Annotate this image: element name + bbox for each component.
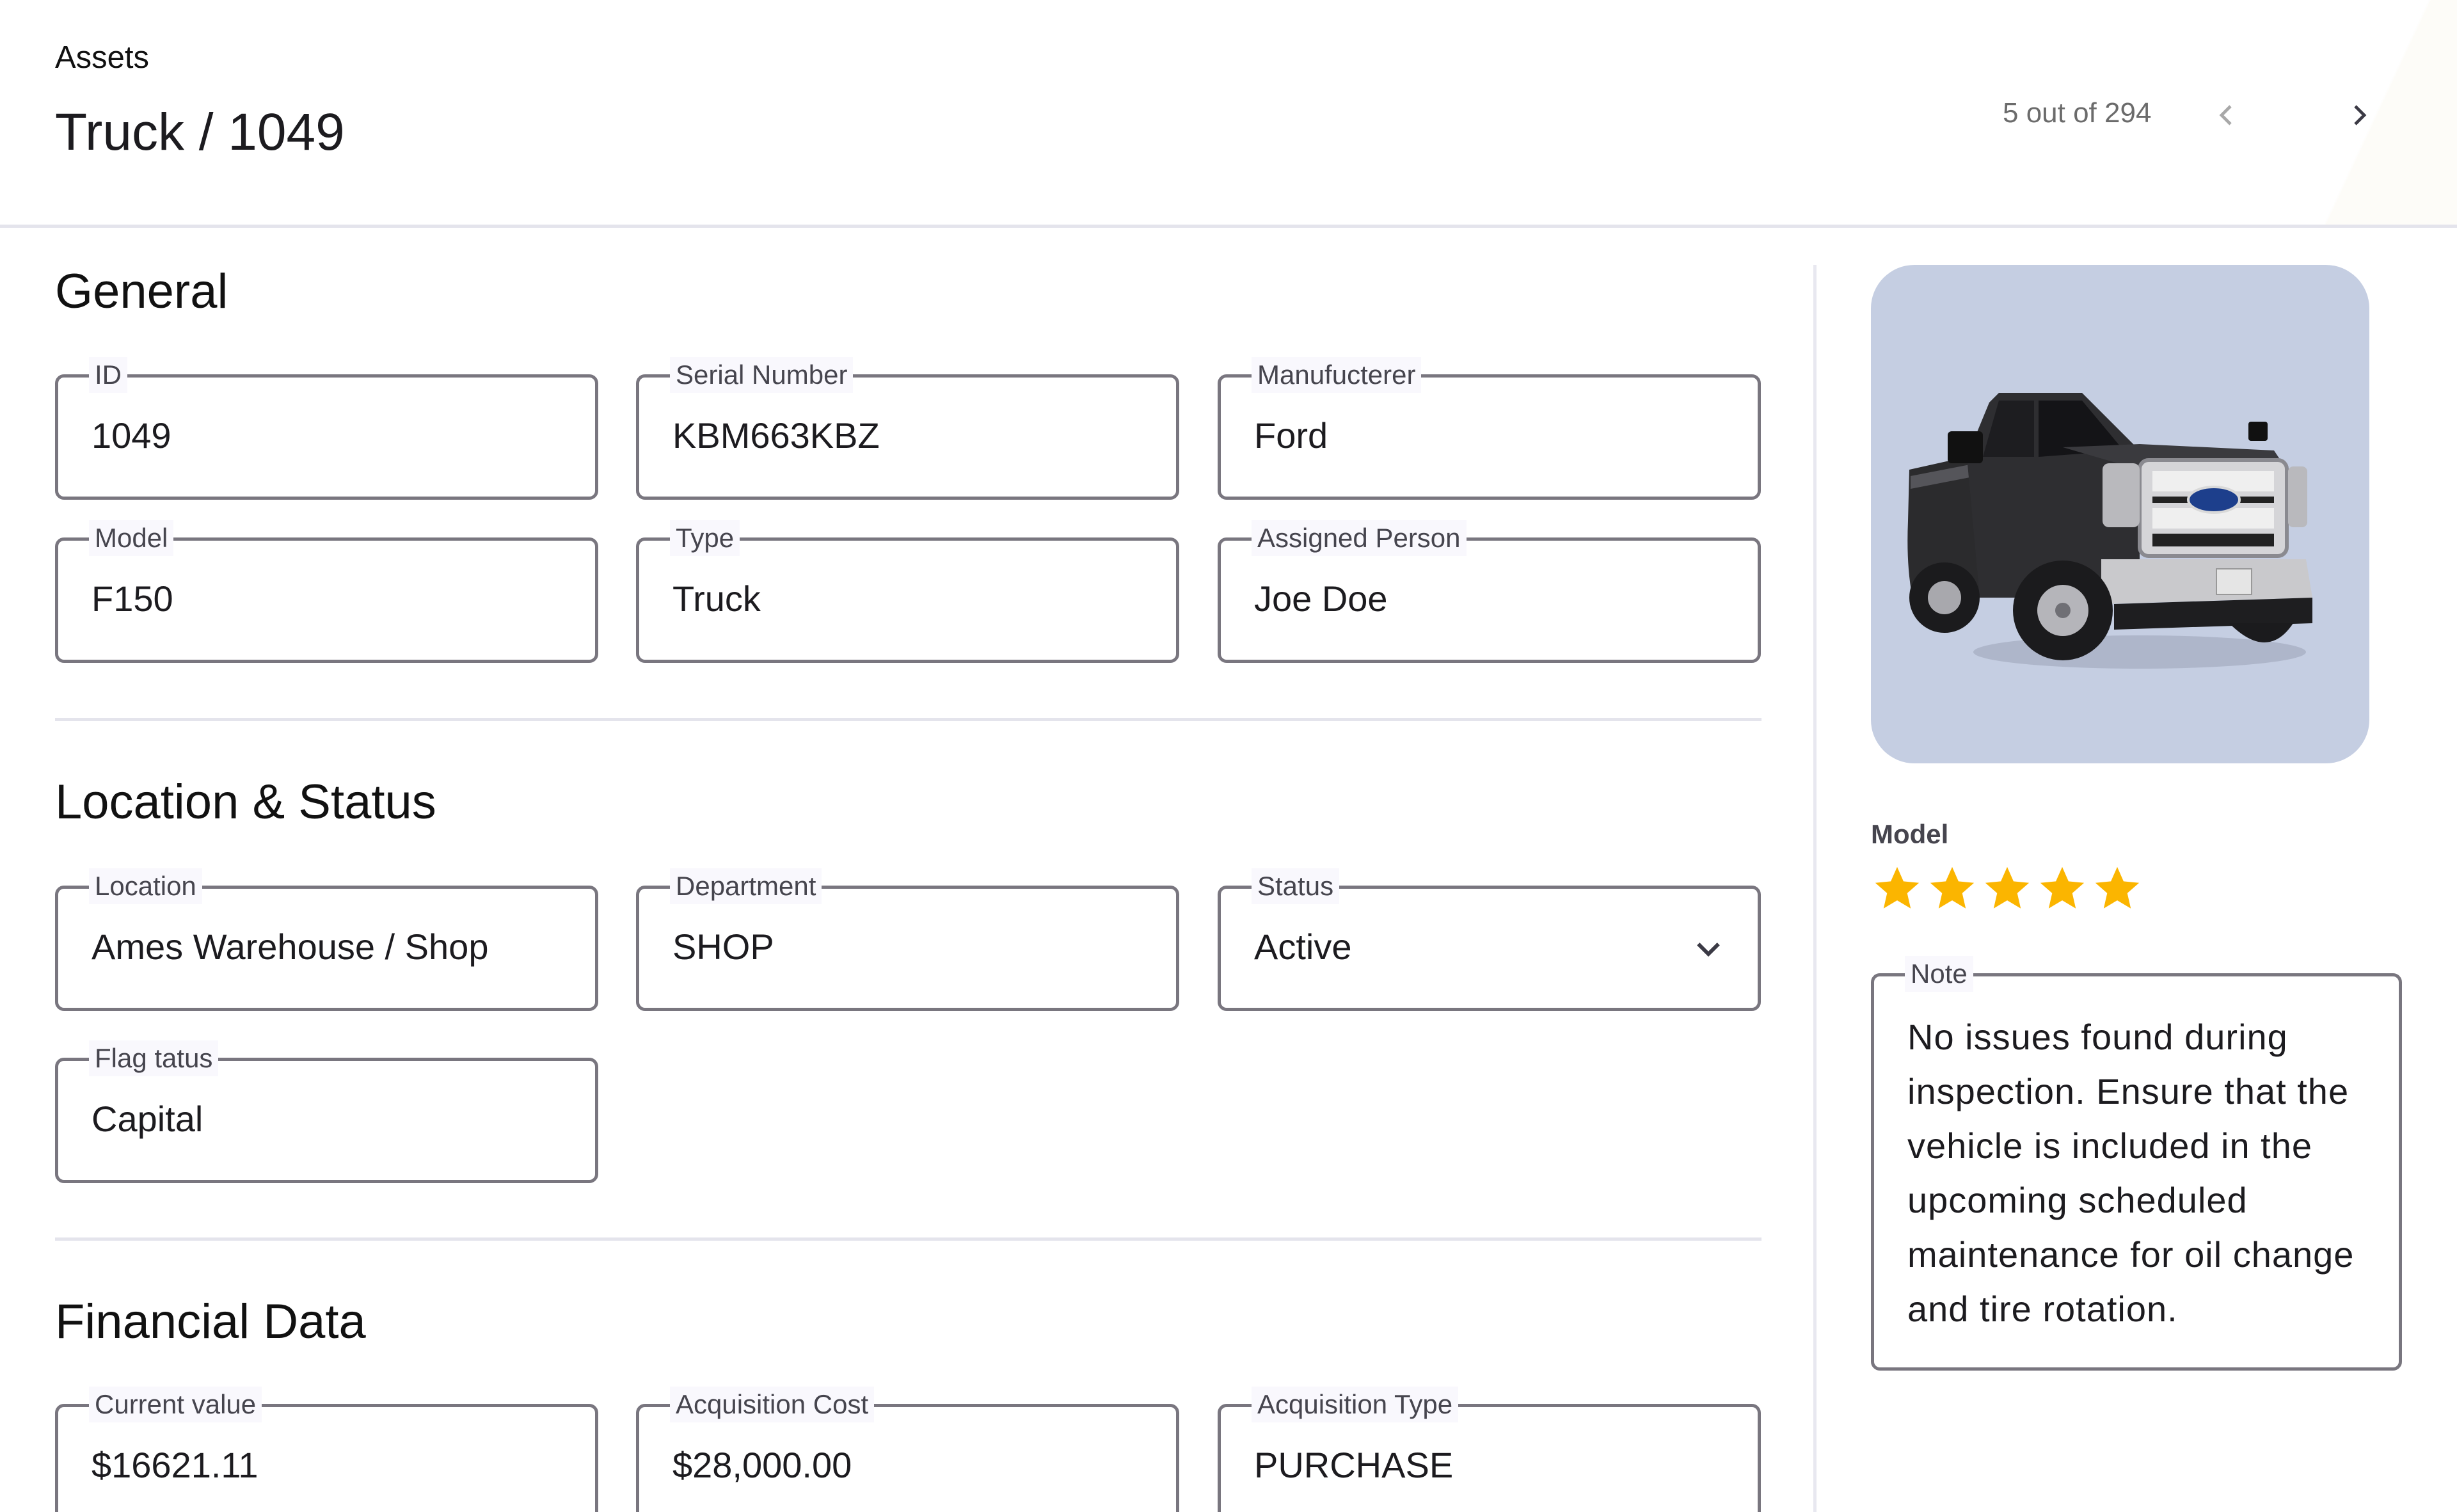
field-label: Acquisition Cost — [670, 1387, 875, 1422]
star-icon[interactable] — [1981, 863, 2033, 915]
field-value: $28,000.00 — [672, 1445, 852, 1485]
section-title-general: General — [55, 264, 228, 319]
field-value: Ames Warehouse / Shop — [91, 927, 489, 967]
field-value: PURCHASE — [1254, 1445, 1454, 1485]
field-label: Acquisition Type — [1252, 1387, 1459, 1422]
column-divider — [1813, 265, 1817, 1512]
breadcrumb[interactable]: Assets — [55, 40, 149, 76]
field-department[interactable]: Department SHOP — [636, 868, 1179, 1011]
field-value: Joe Doe — [1254, 578, 1388, 619]
chevron-right-icon — [2354, 105, 2367, 125]
field-label: Current value — [89, 1387, 262, 1422]
star-icon[interactable] — [1871, 863, 1923, 915]
field-label: Flag tatus — [89, 1040, 219, 1076]
field-current-value[interactable]: Current value $16621.11 — [55, 1387, 598, 1512]
star-rating[interactable] — [1871, 863, 2143, 915]
field-label: Department — [670, 868, 822, 904]
field-value: SHOP — [672, 927, 774, 967]
asset-photo — [1871, 265, 2369, 763]
field-label: Assigned Person — [1252, 520, 1467, 556]
field-value: KBM663KBZ — [672, 415, 880, 456]
previous-button[interactable] — [2201, 90, 2252, 141]
field-id[interactable]: ID 1049 — [55, 357, 598, 500]
field-acquisition-cost[interactable]: Acquisition Cost $28,000.00 — [636, 1387, 1179, 1512]
rating-label: Model — [1871, 819, 1949, 849]
star-icon[interactable] — [2036, 863, 2088, 915]
section-divider — [55, 1237, 1761, 1241]
note-text: No issues found during inspection. Ensur… — [1907, 1017, 2355, 1329]
section-divider — [55, 718, 1761, 721]
field-flag-status[interactable]: Flag tatus Capital — [55, 1040, 598, 1183]
field-type[interactable]: Type Truck — [636, 520, 1179, 663]
field-location[interactable]: Location Ames Warehouse / Shop — [55, 868, 598, 1011]
section-title-financial: Financial Data — [55, 1294, 366, 1349]
field-label: Model — [89, 520, 174, 556]
page-header: Assets Truck / 1049 5 out of 294 — [0, 0, 2457, 228]
note-label: Note — [1905, 956, 1973, 992]
star-icon[interactable] — [1926, 863, 1978, 915]
field-model[interactable]: Model F150 — [55, 520, 598, 663]
status-select[interactable]: Status Active — [1218, 868, 1761, 1011]
field-label: Manufucterer — [1252, 357, 1422, 393]
record-pager: 5 out of 294 — [1881, 90, 2457, 141]
field-value: Truck — [672, 578, 761, 619]
star-icon[interactable] — [2091, 863, 2143, 915]
field-value: 1049 — [91, 415, 171, 456]
field-label: Type — [670, 520, 740, 556]
field-label: Location — [89, 868, 202, 904]
field-assigned-person[interactable]: Assigned Person Joe Doe — [1218, 520, 1761, 663]
field-label: Serial Number — [670, 357, 854, 393]
field-manufacturer[interactable]: Manufucterer Ford — [1218, 357, 1761, 500]
section-title-location-status: Location & Status — [55, 775, 436, 829]
field-value: F150 — [91, 578, 173, 619]
field-label: ID — [89, 357, 127, 393]
page-title: Truck / 1049 — [55, 103, 345, 161]
next-button[interactable] — [2334, 90, 2385, 141]
field-value: $16621.11 — [91, 1445, 258, 1485]
field-value: Capital — [91, 1099, 203, 1139]
field-value: Ford — [1254, 415, 1328, 456]
chevron-down-icon[interactable] — [1691, 931, 1726, 966]
pager-count: 5 out of 294 — [2003, 97, 2152, 129]
note-textarea[interactable]: Note No issues found during inspection. … — [1871, 956, 2402, 1371]
field-label: Status — [1252, 868, 1340, 904]
field-serial-number[interactable]: Serial Number KBM663KBZ — [636, 357, 1179, 500]
chevron-left-icon — [2219, 105, 2232, 125]
field-acquisition-type[interactable]: Acquisition Type PURCHASE — [1218, 1387, 1761, 1512]
truck-image — [1907, 393, 2312, 669]
field-value: Active — [1254, 927, 1352, 967]
